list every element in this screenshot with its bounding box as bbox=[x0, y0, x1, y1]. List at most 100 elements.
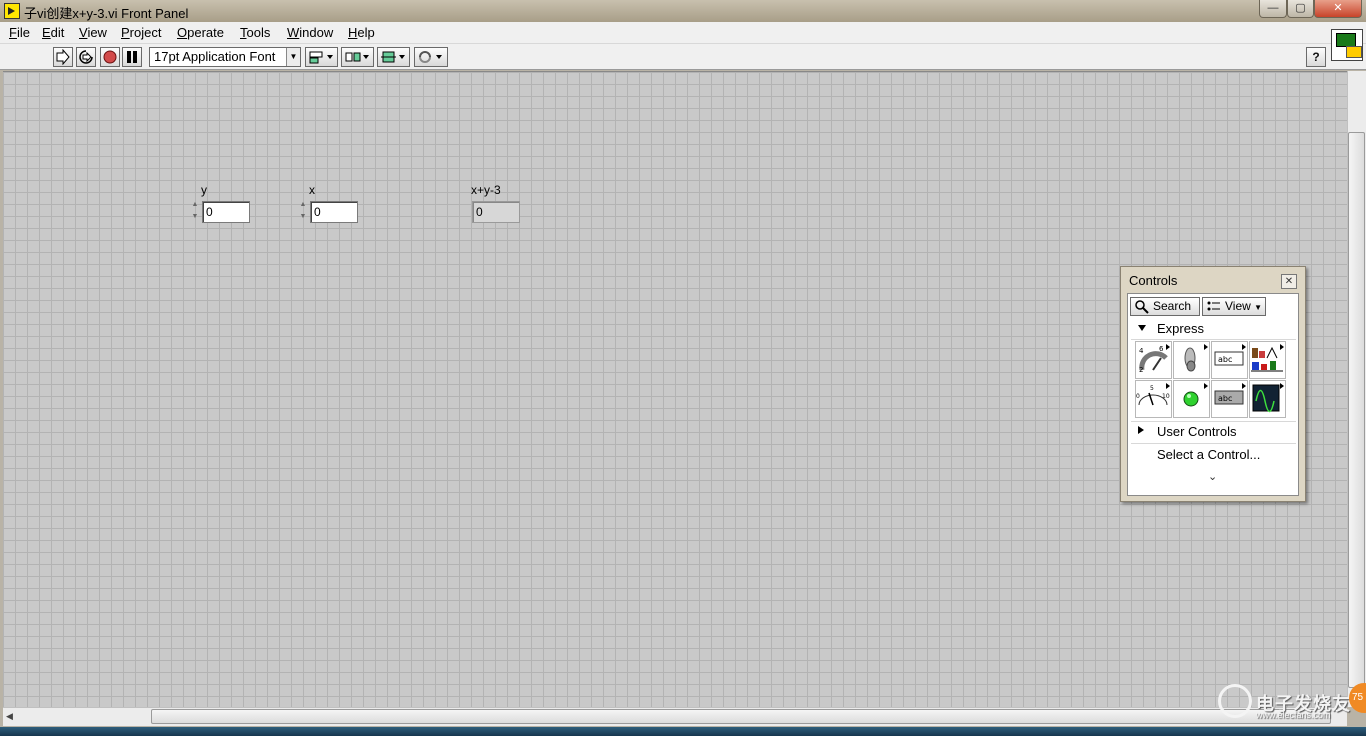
express-label: Express bbox=[1157, 321, 1204, 336]
numeric-control-x[interactable]: 0 bbox=[310, 201, 358, 223]
numeric-indicators-icon[interactable]: 0 5 10 bbox=[1135, 380, 1172, 418]
express-controls-grid: 2 4 6 abc 0 5 10 abc bbox=[1135, 341, 1287, 419]
toolbar: 17pt Application Font ▼ ? bbox=[0, 44, 1366, 70]
menu-view[interactable]: View bbox=[79, 25, 107, 40]
elecfans-logo-icon bbox=[1218, 684, 1252, 718]
control-label-y: y bbox=[201, 183, 207, 197]
text-display-icon: abc bbox=[1214, 390, 1244, 405]
scroll-left-arrow-icon[interactable]: ◀ bbox=[6, 711, 13, 722]
abort-icon bbox=[103, 50, 117, 64]
vi-icon-screen bbox=[1336, 33, 1356, 47]
expanded-triangle-icon bbox=[1138, 325, 1146, 331]
chevron-down-icon: ▼ bbox=[1254, 303, 1263, 312]
notification-badge: 75 bbox=[1349, 683, 1366, 713]
bar-chart-icon bbox=[1251, 346, 1283, 372]
text-controls-icon[interactable]: abc bbox=[1211, 341, 1248, 379]
menu-project[interactable]: Project bbox=[121, 25, 161, 40]
svg-text:2: 2 bbox=[1139, 366, 1143, 374]
title-bar: 子vi创建x+y-3.vi Front Panel — ▢ ✕ bbox=[0, 0, 1366, 22]
menu-window[interactable]: Window bbox=[287, 25, 333, 40]
waveform-graph-icon bbox=[1252, 384, 1280, 413]
maximize-button[interactable]: ▢ bbox=[1287, 0, 1314, 18]
palette-section-express[interactable]: Express bbox=[1131, 319, 1297, 339]
font-value: 17pt Application Font bbox=[154, 49, 276, 64]
numeric-increment-x[interactable]: ▲ ▼ bbox=[297, 199, 309, 225]
context-help-button[interactable]: ? bbox=[1306, 47, 1326, 67]
svg-text:4: 4 bbox=[1139, 347, 1144, 355]
align-objects-icon bbox=[309, 51, 333, 64]
resize-objects-icon bbox=[380, 51, 405, 63]
user-controls-graph-icon[interactable] bbox=[1249, 341, 1286, 379]
menu-operate[interactable]: Operate bbox=[177, 25, 224, 40]
numeric-increment-y[interactable]: ▲ ▼ bbox=[189, 199, 201, 225]
numeric-indicator-result: 0 bbox=[472, 201, 520, 223]
palette-search-button[interactable]: Search bbox=[1130, 297, 1200, 316]
vertical-scroll-thumb[interactable] bbox=[1348, 132, 1365, 688]
collapsed-triangle-icon bbox=[1138, 426, 1144, 434]
palette-search-label: Search bbox=[1153, 299, 1192, 313]
window-title: 子vi创建x+y-3.vi Front Panel bbox=[24, 6, 189, 21]
distribute-objects-icon bbox=[345, 52, 369, 62]
numeric-controls-icon[interactable]: 2 4 6 bbox=[1135, 341, 1172, 379]
magnifier-icon bbox=[1135, 300, 1149, 314]
chevron-down-icon: ▼ bbox=[286, 48, 300, 66]
svg-text:10: 10 bbox=[1162, 393, 1170, 400]
text-settings-dropdown[interactable]: 17pt Application Font ▼ bbox=[149, 47, 301, 67]
vi-app-icon bbox=[4, 3, 20, 19]
abort-button[interactable] bbox=[100, 47, 120, 67]
labview-front-panel-window: 子vi创建x+y-3.vi Front Panel — ▢ ✕ File Edi… bbox=[0, 0, 1366, 736]
text-controls-sample: abc bbox=[1218, 355, 1232, 364]
text-indicators-sample: abc bbox=[1218, 394, 1232, 403]
menu-tools[interactable]: Tools bbox=[240, 25, 270, 40]
view-list-icon bbox=[1207, 301, 1220, 311]
divider bbox=[1131, 339, 1296, 340]
run-continuously-button[interactable] bbox=[76, 47, 96, 67]
reorder-button[interactable] bbox=[414, 47, 448, 67]
horizontal-scroll-thumb[interactable] bbox=[151, 709, 1331, 724]
green-led-icon bbox=[1183, 391, 1199, 407]
palette-body: Search View ▼ Express 2 4 6 abc 0 5 10 abc… bbox=[1127, 293, 1299, 496]
menu-help[interactable]: Help bbox=[348, 25, 375, 40]
user-controls-label: User Controls bbox=[1157, 424, 1237, 439]
run-button[interactable] bbox=[53, 47, 73, 67]
vi-connector-icon[interactable] bbox=[1331, 29, 1363, 61]
control-label-x: x bbox=[309, 183, 315, 197]
align-objects-button[interactable] bbox=[305, 47, 338, 67]
vi-icon-plug bbox=[1346, 46, 1362, 58]
svg-text:6: 6 bbox=[1159, 345, 1164, 353]
distribute-objects-button[interactable] bbox=[341, 47, 374, 67]
meter-icon: 0 5 10 bbox=[1136, 385, 1170, 406]
graph-indicators-icon[interactable] bbox=[1249, 380, 1286, 418]
minimize-button[interactable]: — bbox=[1259, 0, 1287, 18]
pause-icon bbox=[127, 51, 137, 63]
resize-objects-button[interactable] bbox=[377, 47, 410, 67]
pause-button[interactable] bbox=[122, 47, 142, 67]
dial-icon: 2 4 6 bbox=[1139, 345, 1168, 374]
text-box-icon: abc bbox=[1214, 351, 1244, 366]
controls-palette: Controls ✕ Search View ▼ Express 246 abc… bbox=[1120, 266, 1306, 502]
close-button[interactable]: ✕ bbox=[1314, 0, 1362, 18]
palette-view-button[interactable]: View ▼ bbox=[1202, 297, 1266, 316]
run-arrow-icon bbox=[56, 48, 70, 66]
run-continuously-icon bbox=[79, 50, 93, 64]
svg-text:0: 0 bbox=[1136, 393, 1140, 400]
palette-close-button[interactable]: ✕ bbox=[1281, 274, 1297, 289]
numeric-control-y[interactable]: 0 bbox=[202, 201, 250, 223]
palette-section-user-controls[interactable]: User Controls bbox=[1131, 422, 1297, 442]
svg-text:5: 5 bbox=[1150, 385, 1154, 392]
led-indicator-icon[interactable] bbox=[1173, 380, 1210, 418]
text-indicators-icon[interactable]: abc bbox=[1211, 380, 1248, 418]
indicator-label-result: x+y-3 bbox=[471, 183, 501, 197]
expand-more-icon[interactable]: ⌄ bbox=[1208, 470, 1217, 483]
menu-file[interactable]: File bbox=[9, 25, 30, 40]
watermark-url: www.elecfans.com bbox=[1256, 710, 1331, 720]
palette-select-control[interactable]: Select a Control... bbox=[1131, 445, 1297, 465]
select-control-label: Select a Control... bbox=[1157, 447, 1261, 462]
reorder-icon bbox=[419, 51, 442, 63]
taskbar bbox=[0, 727, 1366, 736]
divider bbox=[1131, 443, 1296, 444]
menu-edit[interactable]: Edit bbox=[42, 25, 64, 40]
buttons-switches-icon[interactable] bbox=[1173, 341, 1210, 379]
palette-view-label: View bbox=[1225, 299, 1251, 313]
toggle-switch-icon bbox=[1184, 347, 1196, 372]
